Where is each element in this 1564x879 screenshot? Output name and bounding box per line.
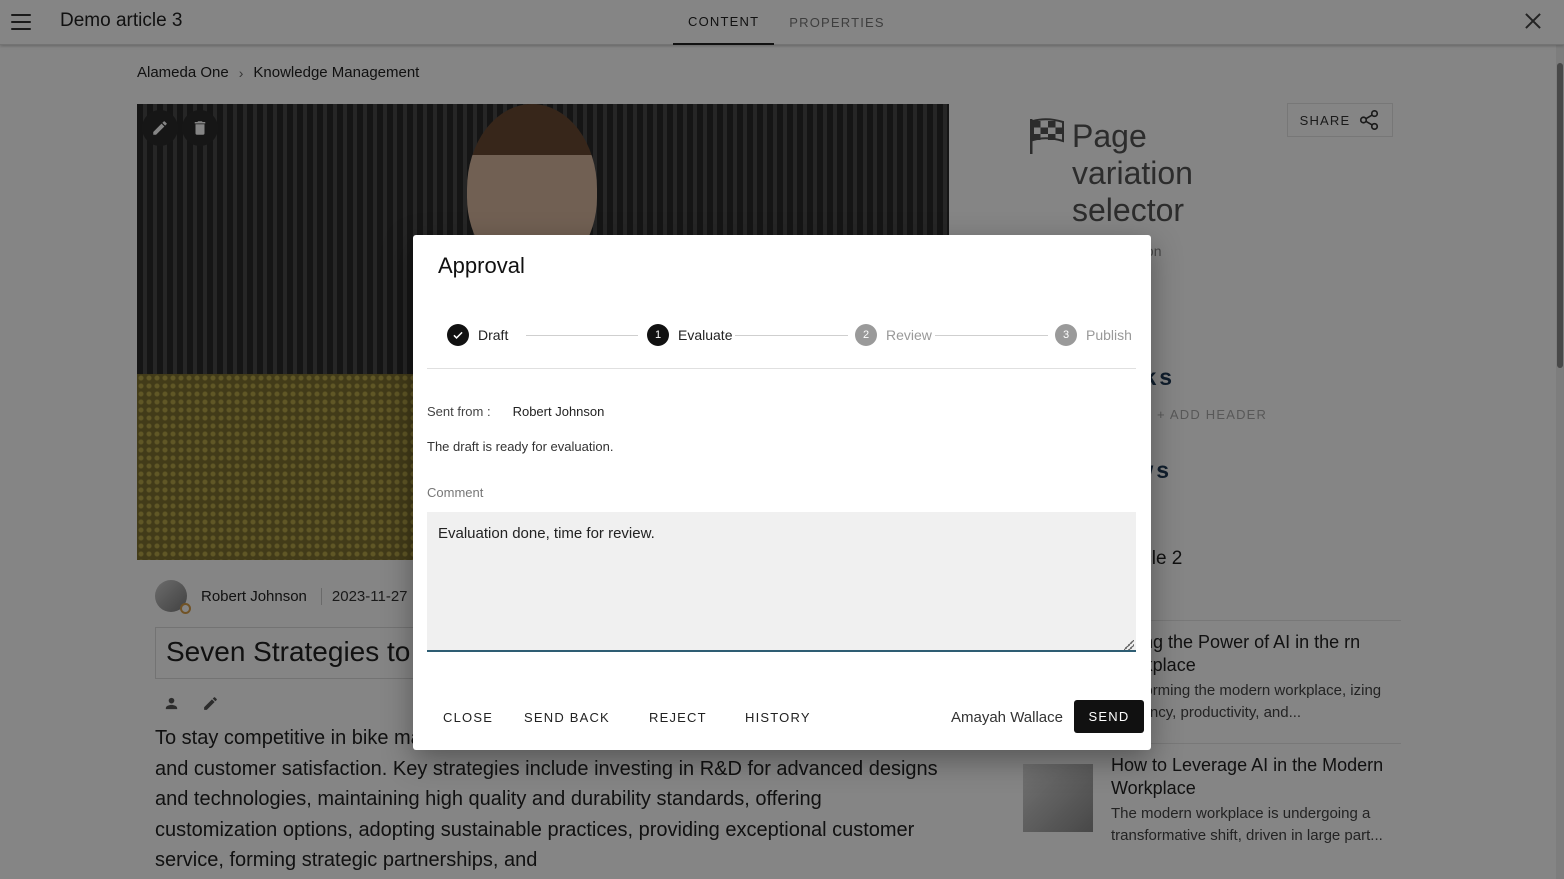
- step-label: Draft: [478, 327, 509, 343]
- step-connector: [735, 335, 848, 336]
- step-label: Publish: [1086, 327, 1132, 343]
- assignee-selector[interactable]: Amayah Wallace: [951, 700, 1063, 734]
- approval-dialog: Approval Draft 1 Evaluate 2 Review 3 Pub…: [413, 235, 1151, 750]
- step-number: 3: [1055, 324, 1077, 346]
- step-connector: [935, 335, 1048, 336]
- approval-stepper: Draft 1 Evaluate 2 Review 3 Publish: [427, 311, 1136, 369]
- step-connector: [526, 335, 638, 336]
- step-evaluate: 1 Evaluate: [647, 324, 732, 346]
- dialog-actions: CLOSE SEND BACK REJECT HISTORY Amayah Wa…: [427, 700, 1144, 734]
- comment-label: Comment: [427, 485, 484, 500]
- step-number: 2: [855, 324, 877, 346]
- close-button[interactable]: CLOSE: [443, 700, 493, 734]
- sent-from-value: Robert Johnson: [512, 404, 605, 419]
- step-publish: 3 Publish: [1055, 324, 1132, 346]
- dialog-title: Approval: [438, 253, 525, 278]
- send-back-button[interactable]: SEND BACK: [524, 700, 610, 734]
- history-button[interactable]: HISTORY: [745, 700, 811, 734]
- step-number: 1: [647, 324, 669, 346]
- step-label: Evaluate: [678, 327, 733, 343]
- sent-from-row: Sent from : Robert Johnson: [427, 404, 604, 419]
- check-icon: [447, 324, 469, 346]
- sent-from-label: Sent from :: [427, 404, 491, 419]
- comment-field[interactable]: [427, 512, 1136, 652]
- approval-message: The draft is ready for evaluation.: [427, 439, 614, 454]
- resize-handle-icon[interactable]: [1124, 640, 1134, 650]
- step-label: Review: [886, 327, 932, 343]
- send-button[interactable]: SEND: [1074, 700, 1144, 733]
- step-review: 2 Review: [855, 324, 932, 346]
- reject-button[interactable]: REJECT: [649, 700, 707, 734]
- step-draft: Draft: [447, 324, 508, 346]
